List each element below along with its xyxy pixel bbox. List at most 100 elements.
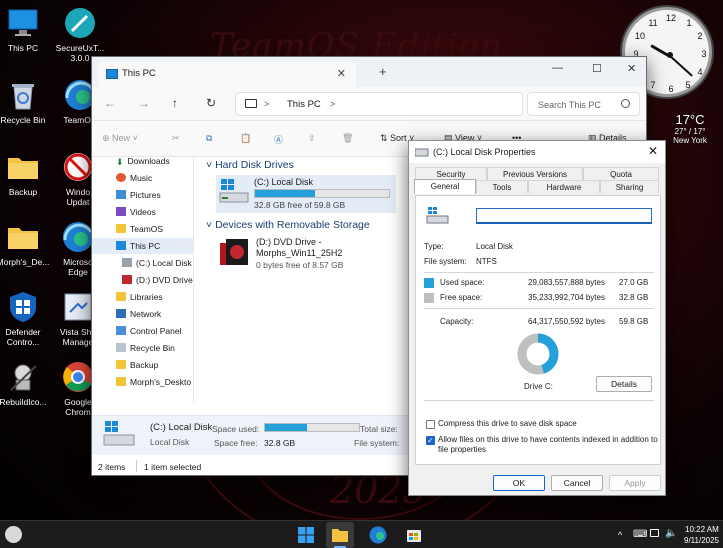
breadcrumb-separator: > bbox=[264, 99, 270, 109]
desktop-icon-rebuild-icons[interactable]: RebuildIco... bbox=[0, 360, 53, 407]
forward-arrow-icon[interactable]: → bbox=[138, 96, 150, 110]
sidebar-item-network[interactable]: Network bbox=[92, 306, 193, 322]
desktop-icon-label: Google Chrom bbox=[64, 397, 92, 417]
sidebar-item-c-drive[interactable]: (C:) Local Disk bbox=[92, 255, 193, 271]
monitor-icon bbox=[116, 241, 126, 250]
desktop-icon-recycle-bin[interactable]: Recycle Bin bbox=[0, 78, 53, 125]
weather-widget: 17°C 27° / 17° New York bbox=[660, 112, 720, 145]
sidebar-item-downloads[interactable]: ⬇ Downloads bbox=[92, 153, 193, 169]
clock-number: 1 bbox=[686, 18, 692, 28]
desktop-icon-backup[interactable]: Backup bbox=[0, 150, 53, 197]
details-name: (C:) Local Disk bbox=[150, 422, 213, 433]
sidebar-item-control-panel[interactable]: Control Panel bbox=[92, 323, 193, 339]
sidebar-item-music[interactable]: Music bbox=[92, 170, 193, 186]
sidebar-item-label: Morph's_Deskto bbox=[130, 377, 192, 387]
rename-icon[interactable]: Ⓐ bbox=[274, 133, 283, 146]
drive-name-line2: Morphs_Win11_25H2 bbox=[256, 248, 343, 258]
minimize-button[interactable]: — bbox=[552, 62, 563, 74]
sidebar-item-this-pc[interactable]: This PC bbox=[92, 238, 193, 254]
index-checkbox[interactable]: ✓ bbox=[426, 436, 435, 445]
tab-hardware[interactable]: Hardware bbox=[528, 180, 600, 193]
drive-icon bbox=[415, 148, 429, 157]
dvd-drive-icon bbox=[220, 239, 248, 265]
folder-icon bbox=[116, 377, 126, 386]
search-box[interactable]: Search This PC bbox=[527, 92, 640, 116]
sidebar-item-teamos[interactable]: TeamOS bbox=[92, 221, 193, 237]
desktop-icon-defender-control[interactable]: Defender Contro... bbox=[0, 290, 53, 347]
clock-number: 11 bbox=[648, 18, 658, 28]
recycle-bin-icon bbox=[6, 78, 40, 112]
new-label: New bbox=[112, 133, 131, 143]
libraries-icon bbox=[116, 292, 126, 301]
used-space-label: Used space: bbox=[440, 278, 485, 287]
dialog-close-icon[interactable]: ✕ bbox=[648, 144, 658, 158]
up-arrow-icon[interactable]: ↑ bbox=[172, 96, 178, 110]
edge-icon[interactable] bbox=[368, 525, 388, 545]
clock-time[interactable]: 10:22 AM bbox=[685, 525, 719, 534]
desktop-icon-morphs-desktop[interactable]: Morph's_De... bbox=[0, 220, 53, 267]
chrome-icon bbox=[61, 360, 95, 394]
volume-icon[interactable]: 🔈 bbox=[665, 528, 677, 539]
new-tab-button[interactable]: + bbox=[379, 64, 387, 79]
delete-icon[interactable]: 🗑 bbox=[342, 133, 353, 144]
sidebar-item-recycle-bin[interactable]: Recycle Bin bbox=[92, 340, 193, 356]
refresh-icon[interactable]: ↻ bbox=[206, 96, 216, 110]
group-label: Hard Disk Drives bbox=[215, 159, 294, 171]
taskbar: ^ ⌨ 🔈 10:22 AM 9/11/2025 bbox=[0, 520, 723, 548]
ok-button[interactable]: OK bbox=[493, 475, 545, 491]
sidebar-item-backup[interactable]: Backup bbox=[92, 357, 193, 373]
tab-general[interactable]: General bbox=[414, 179, 476, 194]
close-tab-icon[interactable]: ✕ bbox=[337, 67, 346, 80]
pictures-icon bbox=[116, 190, 126, 199]
group-hard-disk-drives[interactable]: ˅ Hard Disk Drives bbox=[206, 159, 294, 171]
sidebar-item-d-drive[interactable]: (D:) DVD Drive bbox=[92, 272, 193, 288]
drive-item-d[interactable]: (D:) DVD Drive - Morphs_Win11_25H2 0 byt… bbox=[216, 235, 396, 275]
address-bar[interactable]: > This PC > bbox=[235, 92, 523, 116]
sidebar-item-label: TeamOS bbox=[130, 224, 164, 234]
maximize-button[interactable]: ☐ bbox=[592, 62, 602, 75]
breadcrumb-this-pc[interactable]: This PC bbox=[287, 99, 321, 110]
desktop-icon-this-pc[interactable]: This PC bbox=[0, 6, 53, 53]
tab-sharing[interactable]: Sharing bbox=[600, 180, 659, 193]
tab-quota[interactable]: Quota bbox=[583, 167, 659, 180]
drive-name-input[interactable] bbox=[476, 208, 652, 224]
cancel-button[interactable]: Cancel bbox=[551, 475, 603, 491]
compress-checkbox[interactable] bbox=[426, 420, 435, 429]
new-button[interactable]: ⊕ New ˅ bbox=[102, 133, 138, 144]
sidebar-item-videos[interactable]: Videos bbox=[92, 204, 193, 220]
sidebar-item-libraries[interactable]: Libraries bbox=[92, 289, 193, 305]
apply-button[interactable]: Apply bbox=[609, 475, 661, 491]
capacity-label: Capacity: bbox=[440, 317, 474, 326]
search-icon bbox=[621, 99, 630, 108]
tray-chevron-icon[interactable]: ^ bbox=[618, 530, 622, 540]
widgets-icon[interactable] bbox=[5, 526, 22, 543]
tab-previous-versions[interactable]: Previous Versions bbox=[487, 167, 583, 180]
share-icon[interactable]: ⇪ bbox=[308, 133, 316, 144]
back-arrow-icon[interactable]: ← bbox=[104, 96, 116, 110]
tab-this-pc[interactable]: This PC ✕ bbox=[98, 62, 356, 87]
drive-free-text: 0 bytes free of 8.57 GB bbox=[256, 260, 344, 270]
this-pc-icon bbox=[106, 69, 118, 79]
wand-icon bbox=[63, 6, 97, 40]
cut-icon[interactable]: ✂ bbox=[172, 133, 180, 144]
clock-date[interactable]: 9/11/2025 bbox=[684, 536, 719, 545]
details-button[interactable]: Details bbox=[596, 376, 652, 392]
sidebar-item-pictures[interactable]: Pictures bbox=[92, 187, 193, 203]
filesystem-label: File system: bbox=[424, 257, 467, 266]
index-label: Allow files on this drive to have conten… bbox=[438, 435, 658, 444]
network-icon[interactable]: ⌨ bbox=[633, 529, 647, 540]
desktop-icon-secureux[interactable]: SecureUxT... 3.0.0 bbox=[50, 6, 110, 63]
start-button[interactable] bbox=[296, 525, 316, 545]
store-icon[interactable] bbox=[404, 525, 424, 545]
free-space-gb: 32.8 GB bbox=[619, 293, 649, 302]
tab-tools[interactable]: Tools bbox=[476, 180, 528, 193]
close-window-button[interactable]: ✕ bbox=[627, 62, 636, 75]
drive-item-c[interactable]: (C:) Local Disk 32.8 GB free of 59.8 GB bbox=[216, 175, 396, 213]
sidebar-item-morphs-desktop[interactable]: Morph's_Deskto bbox=[92, 374, 193, 390]
copy-icon[interactable]: ⧉ bbox=[206, 133, 212, 144]
display-icon[interactable] bbox=[650, 529, 659, 537]
group-removable-storage[interactable]: ˅ Devices with Removable Storage bbox=[206, 219, 370, 231]
breadcrumb-chevron[interactable]: > bbox=[330, 99, 335, 109]
paste-icon[interactable]: 📋 bbox=[240, 133, 251, 144]
filesystem-label: File system: bbox=[354, 438, 400, 448]
